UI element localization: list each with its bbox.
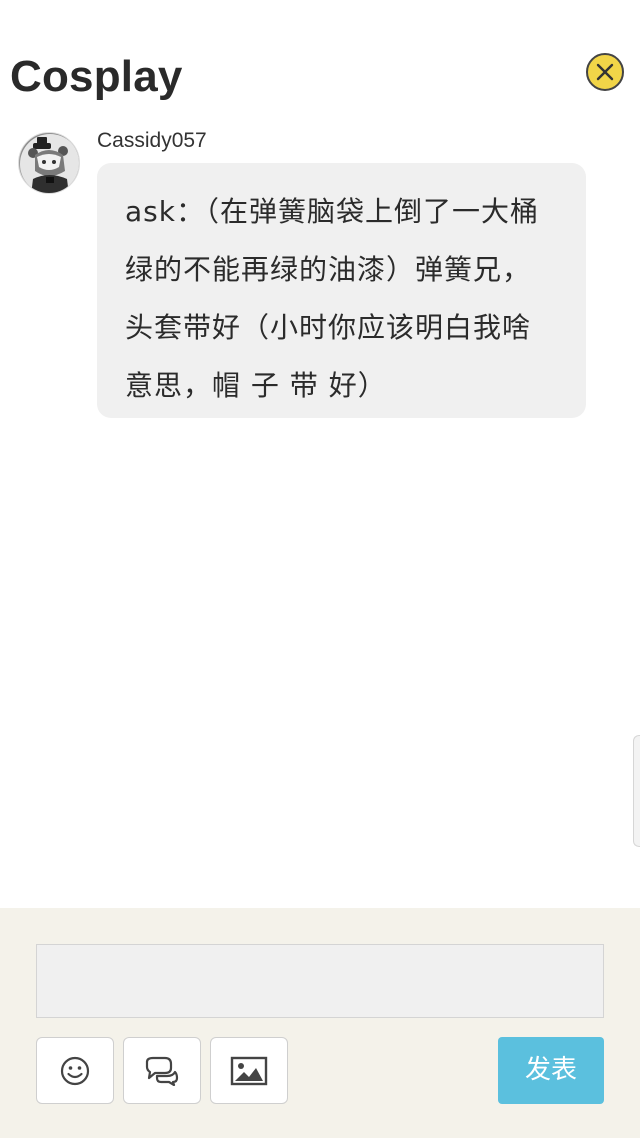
smiley-icon: [60, 1056, 90, 1085]
image-button[interactable]: [210, 1037, 288, 1104]
submit-button[interactable]: 发表: [498, 1037, 604, 1104]
message-text: ask：（在弹簧脑袋上倒了一大桶绿的不能再绿的油漆）弹簧兄，头套带好（小时你应该…: [125, 195, 539, 402]
chat-bubbles-icon: [145, 1056, 179, 1086]
quote-button[interactable]: [123, 1037, 201, 1104]
header: Cosplay: [0, 0, 640, 120]
reply-input[interactable]: [36, 944, 604, 1018]
scroll-handle[interactable]: [633, 735, 640, 847]
page-title: Cosplay: [10, 52, 183, 101]
close-button[interactable]: [586, 53, 624, 91]
avatar-image: [20, 134, 79, 193]
message-bubble: ask：（在弹簧脑袋上倒了一大桶绿的不能再绿的油漆）弹簧兄，头套带好（小时你应该…: [97, 163, 586, 418]
emoji-button[interactable]: [36, 1037, 114, 1104]
image-icon: [230, 1056, 268, 1085]
composer: 发表: [0, 908, 640, 1138]
avatar[interactable]: [18, 132, 80, 194]
close-icon: [596, 63, 614, 81]
username[interactable]: Cassidy057: [97, 128, 207, 154]
